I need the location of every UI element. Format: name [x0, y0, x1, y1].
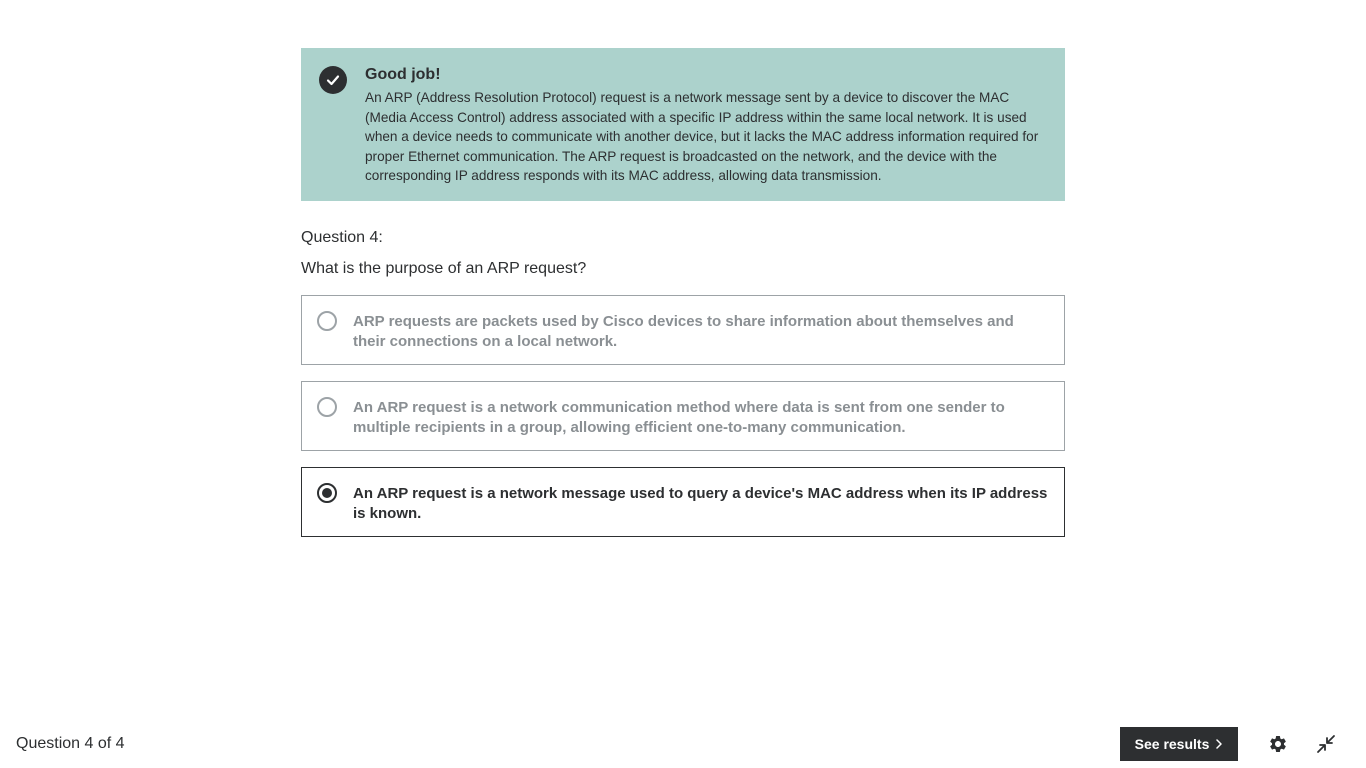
collapse-icon[interactable]: [1315, 733, 1337, 755]
question-number: Question 4:: [301, 229, 383, 246]
answer-options: ARP requests are packets used by Cisco d…: [301, 295, 1065, 537]
feedback-text: An ARP (Address Resolution Protocol) req…: [365, 90, 1039, 183]
answer-option-1[interactable]: ARP requests are packets used by Cisco d…: [301, 295, 1065, 365]
feedback-banner: Good job! An ARP (Address Resolution Pro…: [301, 48, 1065, 201]
answer-option-label: An ARP request is a network communicatio…: [353, 399, 1005, 436]
radio-button[interactable]: [317, 397, 337, 417]
see-results-button[interactable]: See results: [1120, 727, 1238, 761]
answer-option-label: An ARP request is a network message used…: [353, 485, 1048, 522]
see-results-label: See results: [1134, 736, 1210, 752]
question-progress: Question 4 of 4: [16, 735, 125, 752]
check-circle-icon: [319, 66, 347, 94]
question-text: What is the purpose of an ARP request?: [301, 260, 587, 277]
radio-button[interactable]: [317, 311, 337, 331]
chevron-right-icon: [1215, 739, 1223, 749]
answer-option-label: ARP requests are packets used by Cisco d…: [353, 313, 1014, 350]
quiz-content: Good job! An ARP (Address Resolution Pro…: [301, 48, 1065, 553]
gear-icon[interactable]: [1267, 733, 1289, 755]
radio-button-selected[interactable]: [317, 483, 337, 503]
answer-option-3[interactable]: An ARP request is a network message used…: [301, 467, 1065, 537]
answer-option-2[interactable]: An ARP request is a network communicatio…: [301, 381, 1065, 451]
feedback-title: Good job!: [365, 66, 441, 83]
